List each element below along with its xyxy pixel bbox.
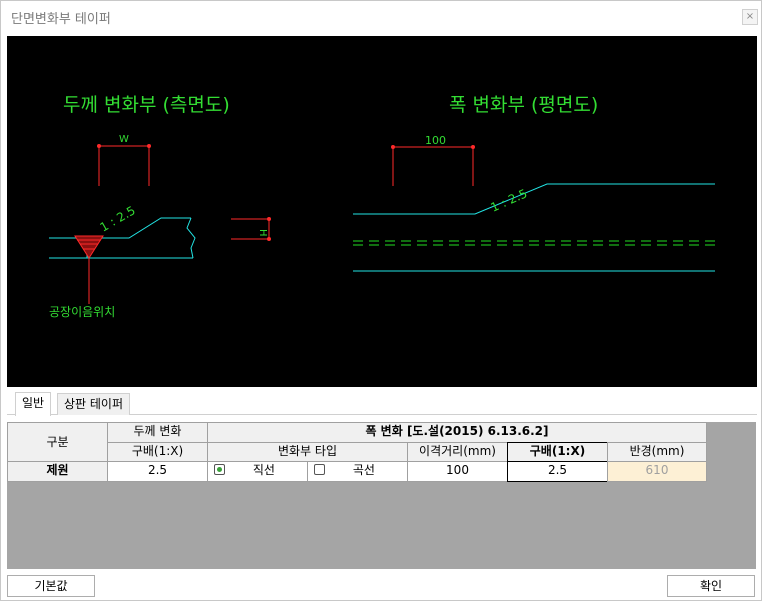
row-label-spec: 제원 <box>7 461 108 482</box>
width-slope-header: 구배(1:X) <box>507 442 608 462</box>
type-curve-label: 곡선 <box>352 463 375 477</box>
close-icon[interactable]: × <box>742 9 758 25</box>
weld-mark <box>74 235 104 304</box>
transition-type-header: 변화부 타입 <box>207 442 408 462</box>
slope-label-side: 1 : 2.5 <box>98 203 138 234</box>
taper-dialog: 단면변화부 테이퍼 × 두께 변화부 (측면도) 폭 변화부 (평면도) W 1… <box>0 0 762 601</box>
radius-header: 반경(mm) <box>607 442 707 462</box>
radio-curve-icon[interactable] <box>314 464 325 475</box>
thickness-slope-cell[interactable]: 2.5 <box>107 461 208 482</box>
offset-distance-cell[interactable]: 100 <box>407 461 508 482</box>
drawing-canvas: 두께 변화부 (측면도) 폭 변화부 (평면도) W 1: 2.5 공장이음위… <box>7 36 757 387</box>
title-bar: 단면변화부 테이퍼 × <box>1 1 761 33</box>
radius-cell: 610 <box>607 461 707 482</box>
thickness-slope-header: 구배(1:X) <box>107 442 208 462</box>
radio-straight-icon[interactable] <box>214 464 225 475</box>
ok-button[interactable]: 확인 <box>667 575 755 597</box>
parameter-grid: 구분 두께 변화 구배(1:X) 폭 변화 [도.설(2015) 6.13.6.… <box>7 422 756 569</box>
thickness-change-header: 두께 변화 <box>107 422 208 443</box>
offset-distance-header: 이격거리(mm) <box>407 442 508 462</box>
plan-view-title: 폭 변화부 (평면도) <box>449 94 598 116</box>
type-straight-option[interactable]: 직선 <box>207 461 308 482</box>
side-view-title: 두께 변화부 (측면도) <box>63 94 230 116</box>
type-curve-option[interactable]: 곡선 <box>307 461 408 482</box>
weld-position-label: 공장이음위치 <box>49 305 115 319</box>
tab-general[interactable]: 일반 <box>15 392 52 416</box>
plan-dimension <box>392 146 474 186</box>
height-dimension-label: H <box>257 229 268 237</box>
width-change-header: 폭 변화 [도.설(2015) 6.13.6.2] <box>207 422 707 443</box>
slope-label-plan: 1 : 2.5 <box>489 186 530 214</box>
tab-top-flange-taper[interactable]: 상판 테이퍼 <box>57 393 131 415</box>
center-line <box>353 240 715 246</box>
width-dimension <box>98 145 150 186</box>
width-slope-cell[interactable]: 2.5 <box>507 461 608 482</box>
window-title: 단면변화부 테이퍼 <box>11 12 111 27</box>
type-straight-label: 직선 <box>252 463 275 477</box>
width-dimension-label: W <box>119 134 129 145</box>
tab-bar: 일반 상판 테이퍼 <box>7 392 757 416</box>
plan-edges <box>353 183 715 272</box>
plan-dimension-label: 100 <box>425 134 446 147</box>
col-group-header: 구분 <box>7 422 108 462</box>
default-values-button[interactable]: 기본값 <box>7 575 95 597</box>
